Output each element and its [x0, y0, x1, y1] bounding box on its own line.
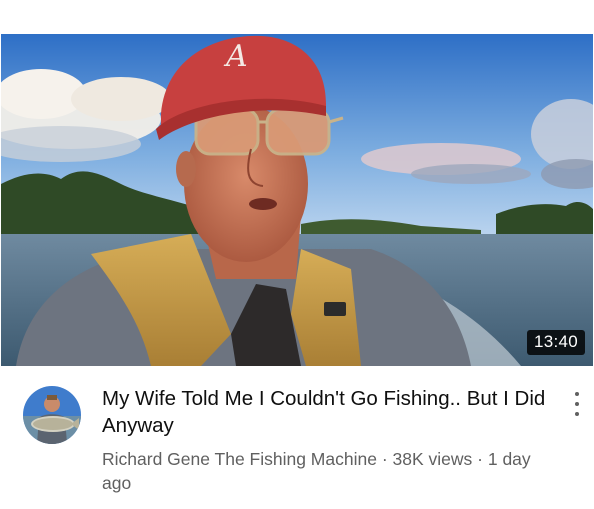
video-subtitle: Richard Gene The Fishing Machine · 38K v…: [102, 447, 552, 495]
video-card: A 13:40 My Wife Told Me I Couldn't Go Fi…: [0, 0, 594, 509]
video-title[interactable]: My Wife Told Me I Couldn't Go Fishing.. …: [102, 385, 554, 439]
meta-separator: ·: [376, 449, 393, 469]
channel-name[interactable]: Richard Gene The Fishing Machine: [102, 449, 377, 469]
thumbnail-image: A: [1, 34, 593, 366]
cap-logo: A: [223, 39, 248, 74]
view-count: 38K views: [392, 449, 473, 469]
kebab-dot: [575, 392, 579, 396]
channel-avatar[interactable]: [23, 386, 81, 444]
video-metadata: My Wife Told Me I Couldn't Go Fishing.. …: [0, 372, 594, 509]
kebab-dot: [575, 402, 579, 406]
video-duration-badge: 13:40: [526, 330, 585, 355]
meta-separator: ·: [472, 449, 488, 469]
channel-avatar-image: [23, 386, 81, 444]
video-thumbnail[interactable]: A 13:40: [1, 34, 593, 366]
kebab-dot: [575, 412, 579, 416]
more-vert-icon[interactable]: [568, 390, 586, 418]
